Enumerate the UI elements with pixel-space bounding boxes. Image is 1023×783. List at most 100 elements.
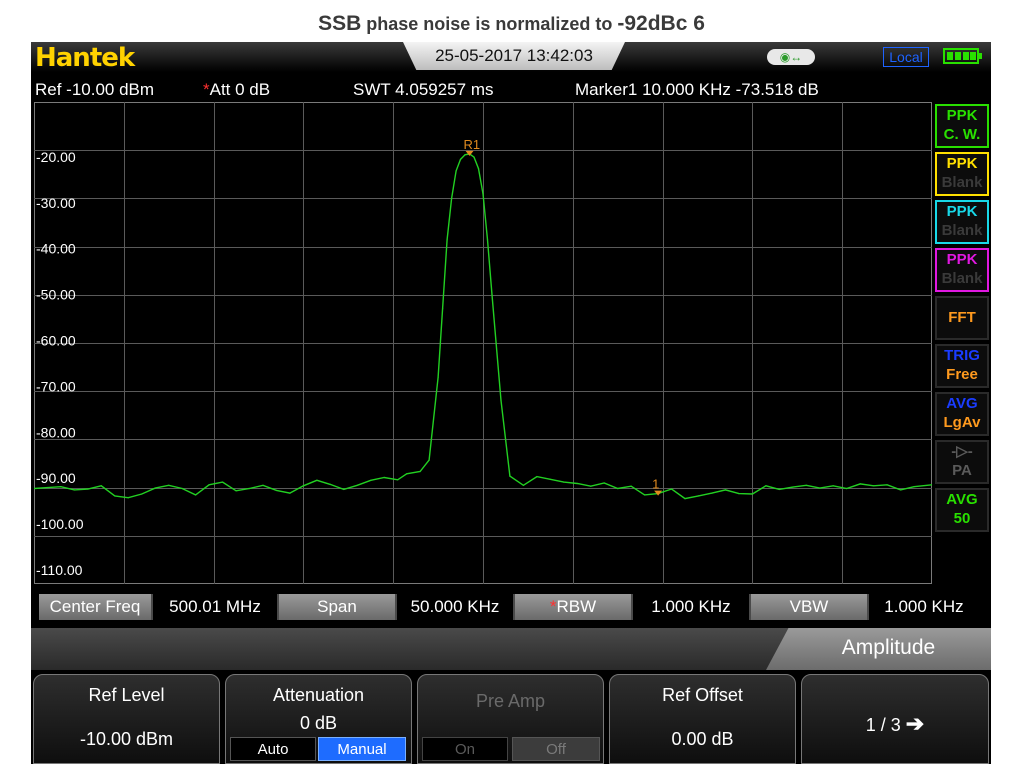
ppk-cw-button-sublabel: C. W. <box>943 126 981 143</box>
trace-point <box>343 488 345 490</box>
trace-point <box>46 487 49 489</box>
trace-point <box>329 483 331 485</box>
trace-point <box>630 485 632 487</box>
rbw-label[interactable]: *RBW <box>515 594 631 620</box>
trace-point <box>222 481 224 483</box>
trace-point <box>671 488 673 490</box>
trace-point <box>536 476 538 478</box>
trace-point <box>235 490 237 492</box>
trace-point <box>262 484 264 486</box>
trace-point <box>477 168 480 170</box>
attenuation-auto-option[interactable]: Auto <box>230 737 316 761</box>
trace-point <box>482 193 484 195</box>
trace-point <box>486 239 489 241</box>
avg-50-button[interactable]: AVG 50 <box>935 488 989 532</box>
rbw-value: 1.000 KHz <box>633 594 749 620</box>
trace-point <box>370 479 372 481</box>
trace-point <box>819 487 821 489</box>
ref-level-softkey[interactable]: Ref Level -10.00 dBm <box>33 674 220 764</box>
trace-point <box>406 473 408 475</box>
ref-offset-title: Ref Offset <box>662 685 743 705</box>
pa-button[interactable]: -▷- PA <box>935 440 989 484</box>
trace-point <box>509 475 511 477</box>
trace-point <box>644 494 646 496</box>
trace-point <box>419 470 421 473</box>
fft-button-label: FFT <box>948 309 976 326</box>
trig-free-button-sublabel: Free <box>946 366 978 383</box>
trace-point <box>886 484 888 486</box>
ref-offset-softkey[interactable]: Ref Offset 0.00 dB <box>609 674 796 764</box>
ppk-cw-button[interactable]: PPK C. W. <box>935 104 989 148</box>
trace-point <box>100 485 102 487</box>
pre-amp-on-option[interactable]: On <box>422 737 508 761</box>
attenuation-value: 0 dB <box>299 713 338 733</box>
frequency-bar: Center Freq 500.01 MHz Span 50.000 KHz *… <box>39 594 979 620</box>
y-tick-label: -60.00 <box>36 333 76 349</box>
caption-part1: SSB <box>318 12 362 35</box>
local-button[interactable]: Local <box>883 47 929 67</box>
ppk-blank-cyan-button-label: PPK <box>946 203 978 220</box>
att-star: * <box>203 80 210 99</box>
trace-point <box>302 485 304 487</box>
attenuation-manual-option[interactable]: Manual <box>318 737 406 761</box>
center-freq-label[interactable]: Center Freq <box>39 594 151 620</box>
trace-point <box>576 482 578 485</box>
trace-point <box>873 485 875 487</box>
y-tick-label: -20.00 <box>36 149 76 165</box>
y-tick-label: -70.00 <box>36 378 76 394</box>
ppk-blank-yellow-button-label: PPK <box>946 155 978 172</box>
trace-point <box>473 156 475 158</box>
ppk-blank-yellow-button-sublabel: Blank <box>941 174 983 191</box>
ppk-blank-cyan-button[interactable]: PPK Blank <box>935 200 989 244</box>
trace-point <box>383 476 385 479</box>
ppk-blank-magenta-button-sublabel: Blank <box>941 270 983 287</box>
datetime-display: 25-05-2017 13:42:03 <box>403 42 625 70</box>
ppk-blank-magenta-button[interactable]: PPK Blank <box>935 248 989 292</box>
pre-amp-off-option[interactable]: Off <box>512 737 600 761</box>
trace-point <box>697 495 700 497</box>
page-indicator: 1 / 3 ➔ <box>802 711 988 737</box>
y-tick-label: -80.00 <box>36 424 76 440</box>
pa-button-label: -▷- <box>951 443 973 460</box>
span-label[interactable]: Span <box>279 594 395 620</box>
ppk-blank-yellow-button[interactable]: PPK Blank <box>935 152 989 196</box>
marker-readout: Marker1 10.000 KHz -73.518 dB <box>575 80 819 99</box>
trace-point <box>73 489 75 491</box>
trace-point <box>617 487 619 490</box>
trace-point <box>446 239 448 241</box>
trace-point <box>464 154 466 156</box>
trace-point <box>459 158 462 160</box>
y-tick-label: -30.00 <box>36 195 76 211</box>
battery-icon <box>943 48 982 64</box>
spectrum-plot[interactable]: -20.00 -30.00 -40.00 -50.00 -60.00 -70.00 -80.… <box>33 102 933 584</box>
analyzer-screen: Hantek 25-05-2017 13:42:03 ◉↔ Local Ref … <box>31 42 991 764</box>
y-tick-label: -50.00 <box>36 287 76 303</box>
trace-point <box>195 494 197 496</box>
attenuation-softkey[interactable]: Attenuation 0 dB Auto Manual <box>225 674 412 764</box>
trace-point <box>684 498 686 500</box>
arrow-right-icon: ➔ <box>905 711 925 736</box>
trace-point <box>356 484 358 486</box>
brand-logo: Hantek <box>35 43 135 73</box>
pre-amp-softkey[interactable]: Pre Amp On Off <box>417 674 604 764</box>
trace-point <box>275 489 278 491</box>
avg-lgav-button[interactable]: AVG LgAv <box>935 392 989 436</box>
trace-point <box>289 492 291 494</box>
fft-button[interactable]: FFT <box>935 296 989 340</box>
vbw-label[interactable]: VBW <box>751 594 867 620</box>
avg-lgav-button-label: AVG <box>946 395 978 412</box>
caption-part2: phase noise is normalized to <box>361 14 618 34</box>
y-tick-label: -40.00 <box>36 241 76 257</box>
trace-point <box>248 487 251 490</box>
trace-point <box>154 487 156 489</box>
trace-point <box>60 486 62 488</box>
next-page-softkey[interactable]: 1 / 3 ➔ <box>801 674 989 764</box>
center-freq-value: 500.01 MHz <box>153 594 277 620</box>
trace-point <box>792 486 794 488</box>
trace-point <box>208 484 210 486</box>
trace-point <box>900 489 902 491</box>
trig-free-button[interactable]: TRIG Free <box>935 344 989 388</box>
avg-50-button-sublabel: 50 <box>953 510 971 527</box>
sweep-time-readout: SWT 4.059257 ms <box>353 80 494 99</box>
trace-point <box>500 399 502 401</box>
